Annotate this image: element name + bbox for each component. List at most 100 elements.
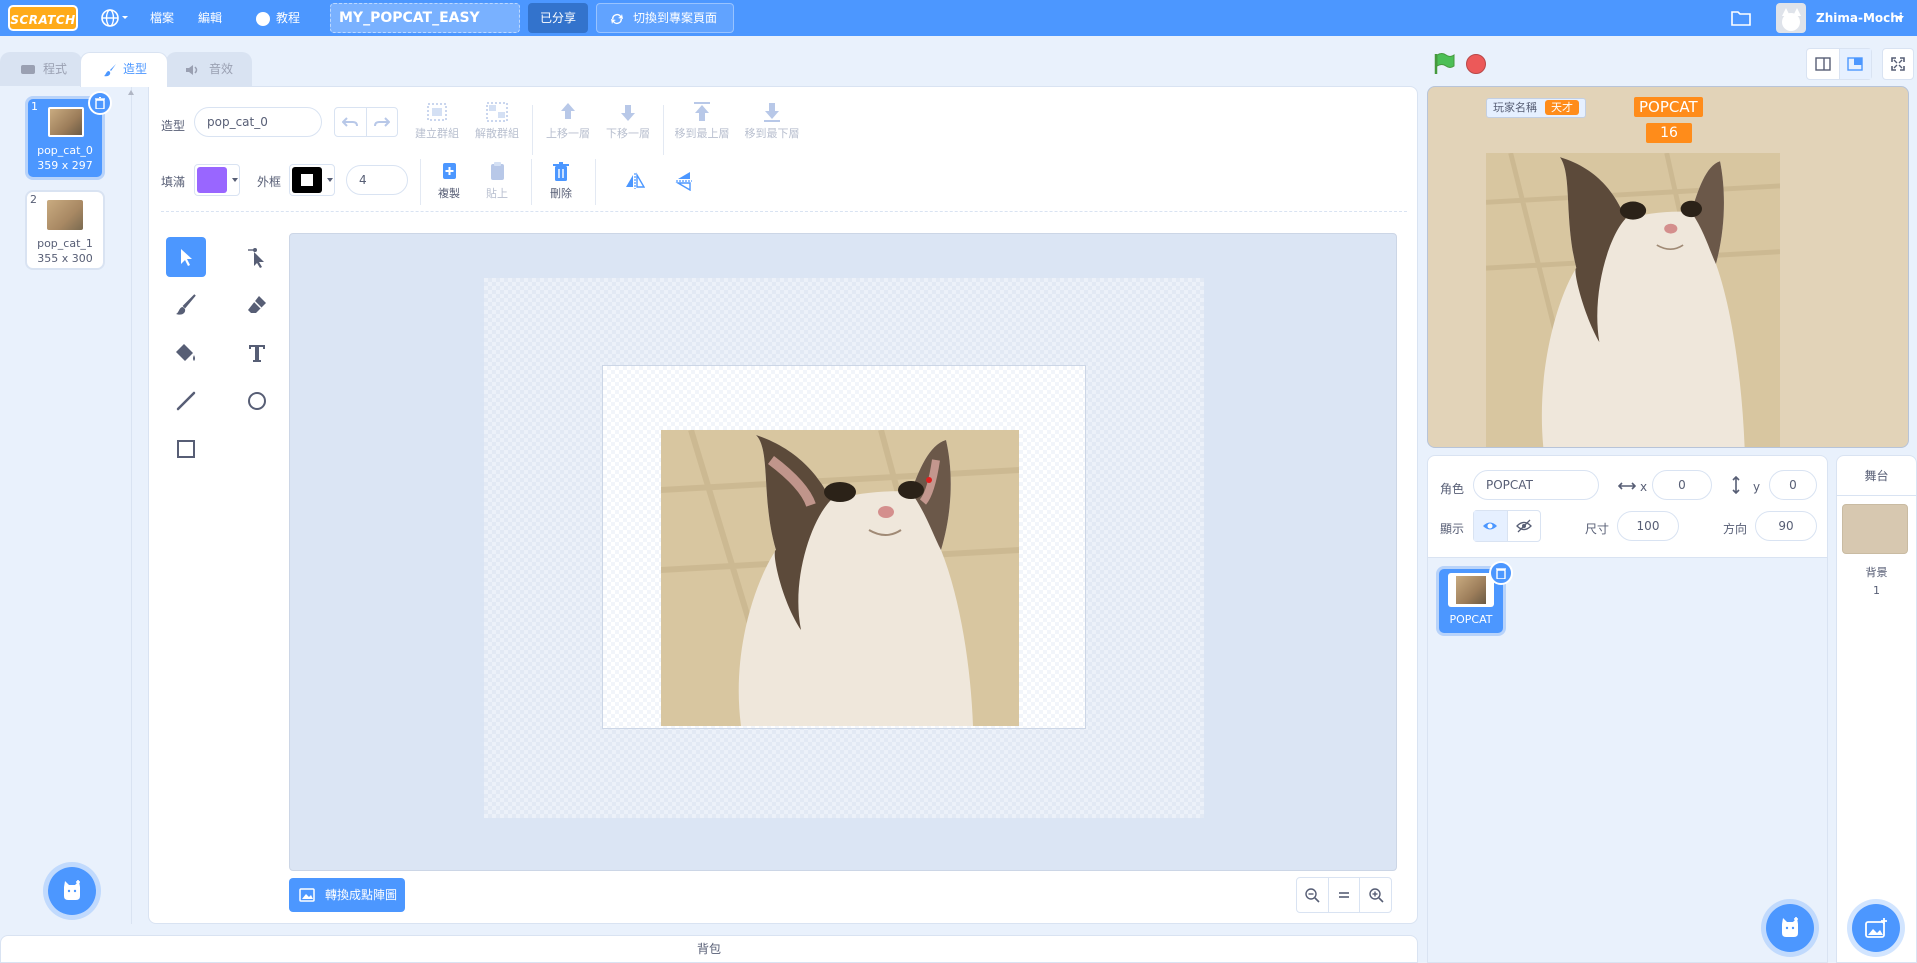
- stage-pane-title: 舞台: [1864, 469, 1889, 483]
- line-tool[interactable]: [166, 381, 206, 421]
- see-project-page-button[interactable]: 切換到專案頁面: [596, 3, 734, 33]
- large-stage-button[interactable]: [1839, 49, 1871, 79]
- sprite-name-input[interactable]: POPCAT: [1473, 470, 1599, 500]
- arrow-pointer-icon: [181, 249, 192, 266]
- back-button[interactable]: 移到最下層: [741, 101, 803, 141]
- stage-selector[interactable]: 舞台 背景 1: [1836, 455, 1917, 963]
- costume-name: pop_cat_0: [37, 144, 93, 157]
- monitor-value: 天才: [1545, 100, 1579, 115]
- scratch-logo[interactable]: SCRATCH: [8, 5, 78, 31]
- y-input[interactable]: 0: [1769, 470, 1817, 500]
- stage[interactable]: 玩家名稱 天才 POPCAT 16: [1427, 86, 1909, 448]
- rectangle-tool[interactable]: [166, 429, 206, 469]
- size-label: 尺寸: [1585, 522, 1610, 536]
- flip-vertical-button[interactable]: [674, 171, 694, 194]
- group-label: 建立群組: [415, 127, 459, 140]
- paint-canvas[interactable]: [289, 233, 1397, 871]
- tab-costumes[interactable]: 造型: [80, 52, 168, 87]
- costume-image[interactable]: [661, 430, 1019, 726]
- tab-costumes-label: 造型: [123, 62, 148, 76]
- delete-sprite-button[interactable]: [1489, 561, 1513, 585]
- divider: [595, 159, 596, 205]
- front-label: 移到最上層: [674, 127, 730, 140]
- tab-sounds[interactable]: 音效: [166, 52, 252, 86]
- zoom-out-button[interactable]: [1297, 878, 1329, 912]
- green-flag-button[interactable]: [1432, 52, 1456, 79]
- green-flag-icon: [1434, 53, 1455, 74]
- direction-label: 方向: [1723, 522, 1748, 536]
- undo-button[interactable]: [335, 108, 367, 136]
- costume-thumbnail: [47, 200, 83, 230]
- costume-name-label: 造型: [161, 119, 186, 133]
- tab-code-label: 程式: [43, 62, 68, 76]
- outline-color-picker[interactable]: [289, 164, 335, 196]
- costume-item-2[interactable]: 2 pop_cat_1 355 x 300: [25, 190, 105, 270]
- size-input[interactable]: 100: [1617, 511, 1679, 541]
- image-add-icon: [1865, 918, 1887, 938]
- costume-name: pop_cat_1: [37, 237, 93, 250]
- circle-tool[interactable]: [237, 381, 277, 421]
- choose-sprite-button[interactable]: [1766, 904, 1814, 952]
- reshape-tool[interactable]: [237, 237, 277, 277]
- x-input[interactable]: 0: [1652, 470, 1712, 500]
- line-icon: [176, 391, 196, 411]
- stage-sprite[interactable]: [1486, 153, 1780, 447]
- costume-name-input[interactable]: pop_cat_0: [194, 107, 322, 137]
- chevron-down-icon: [1896, 16, 1904, 21]
- zoom-reset-button[interactable]: [1329, 878, 1361, 912]
- cat-add-icon: [1782, 917, 1798, 937]
- flip-horizontal-button[interactable]: [625, 171, 646, 194]
- rectangle-icon: [177, 440, 195, 458]
- ungroup-button[interactable]: 解散群組: [471, 101, 523, 141]
- front-button[interactable]: 移到最上層: [671, 101, 733, 141]
- eraser-tool[interactable]: [237, 285, 277, 325]
- equals-icon: [1339, 892, 1349, 898]
- hide-button[interactable]: [1508, 511, 1541, 541]
- redo-button[interactable]: [367, 108, 398, 136]
- backdrop-thumbnail[interactable]: [1842, 504, 1908, 554]
- delete-button[interactable]: 刪除: [541, 161, 581, 201]
- choose-backdrop-button[interactable]: [1852, 904, 1900, 952]
- direction-input[interactable]: 90: [1755, 511, 1817, 541]
- delete-costume-button[interactable]: [88, 91, 112, 115]
- small-stage-button[interactable]: [1807, 49, 1840, 79]
- fill-tool[interactable]: [166, 333, 206, 373]
- show-button[interactable]: [1474, 511, 1508, 541]
- x-label: x: [1640, 480, 1648, 494]
- copy-label: 複製: [438, 187, 460, 200]
- my-stuff-button[interactable]: [1730, 8, 1752, 31]
- share-button[interactable]: 已分享: [528, 3, 588, 33]
- choose-costume-button[interactable]: [48, 867, 96, 915]
- sprite-item-popcat[interactable]: POPCAT: [1436, 561, 1513, 636]
- scroll-up-icon[interactable]: [128, 90, 134, 95]
- back-label: 移到最下層: [744, 127, 800, 140]
- backpack-header[interactable]: 背包: [0, 935, 1418, 963]
- tutorials-button[interactable]: 教程: [256, 0, 300, 36]
- file-menu[interactable]: 檔案: [150, 0, 174, 36]
- brush-tool[interactable]: [166, 285, 206, 325]
- outline-width-input[interactable]: 4: [346, 165, 408, 195]
- copy-button[interactable]: 複製: [429, 161, 469, 201]
- group-button[interactable]: 建立群組: [411, 101, 463, 141]
- see-project-page-label: 切換到專案頁面: [633, 11, 718, 25]
- costume-item-1[interactable]: 1 pop_cat_0 359 x 297: [25, 91, 112, 180]
- eraser-icon: [248, 296, 266, 313]
- forward-button[interactable]: 上移一層: [541, 101, 595, 141]
- tab-code[interactable]: 程式: [0, 52, 82, 86]
- project-title-input[interactable]: MY_POPCAT_EASY: [330, 3, 520, 33]
- edit-menu[interactable]: 編輯: [198, 0, 222, 36]
- zoom-in-button[interactable]: [1360, 878, 1391, 912]
- paste-button[interactable]: 貼上: [477, 161, 517, 201]
- select-tool[interactable]: [166, 237, 206, 277]
- backward-button[interactable]: 下移一層: [601, 101, 655, 141]
- stop-button[interactable]: [1466, 54, 1486, 74]
- fullscreen-button[interactable]: [1882, 48, 1914, 80]
- zoom-in-icon: [1368, 888, 1384, 903]
- convert-to-bitmap-button[interactable]: 轉換成點陣圖: [289, 878, 405, 912]
- variable-monitor[interactable]: 玩家名稱 天才: [1486, 98, 1586, 118]
- language-menu[interactable]: [100, 0, 130, 36]
- fill-color-picker[interactable]: [194, 164, 240, 196]
- sprite-thumbnail: [1448, 573, 1494, 607]
- lightbulb-icon: [256, 11, 270, 26]
- text-tool[interactable]: [237, 333, 277, 373]
